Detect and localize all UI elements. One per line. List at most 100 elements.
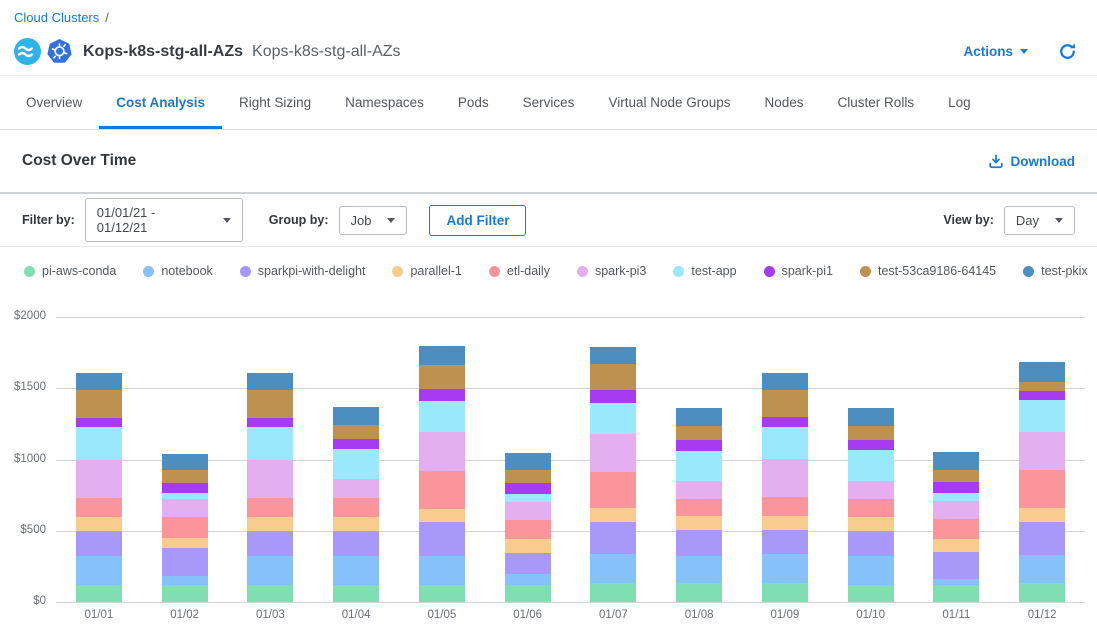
bar-segment-notebook[interactable] bbox=[676, 556, 722, 584]
bar-segment-spark-pi1[interactable] bbox=[933, 482, 979, 493]
bar-segment-test-pkix[interactable] bbox=[247, 373, 293, 390]
legend-item-test-app[interactable]: test-app bbox=[673, 264, 736, 278]
bar-segment-spark-pi3[interactable] bbox=[676, 481, 722, 500]
bar-segment-spark-pi1[interactable] bbox=[419, 389, 465, 401]
bar-segment-sparkpi-with-delight[interactable] bbox=[848, 531, 894, 556]
bar-segment-etl-daily[interactable] bbox=[762, 497, 808, 516]
bar-segment-spark-pi1[interactable] bbox=[505, 483, 551, 494]
bar-segment-notebook[interactable] bbox=[848, 556, 894, 585]
bar-segment-sparkpi-with-delight[interactable] bbox=[676, 530, 722, 556]
bar-segment-test-53ca9186-64145[interactable] bbox=[162, 470, 208, 483]
bar-segment-test-app[interactable] bbox=[1019, 400, 1065, 432]
bar-segment-test-app[interactable] bbox=[848, 450, 894, 481]
bar-segment-sparkpi-with-delight[interactable] bbox=[333, 531, 379, 556]
bar-segment-etl-daily[interactable] bbox=[590, 472, 636, 508]
bar-segment-test-app[interactable] bbox=[419, 401, 465, 432]
bar-segment-test-pkix[interactable] bbox=[762, 373, 808, 391]
tab-nodes[interactable]: Nodes bbox=[748, 76, 821, 129]
bar-segment-spark-pi3[interactable] bbox=[590, 434, 636, 472]
bar-segment-pi-aws-conda[interactable] bbox=[333, 585, 379, 602]
tab-namespaces[interactable]: Namespaces bbox=[328, 76, 441, 129]
bar-segment-spark-pi3[interactable] bbox=[933, 501, 979, 520]
bar-segment-spark-pi3[interactable] bbox=[162, 499, 208, 517]
bar-segment-etl-daily[interactable] bbox=[247, 498, 293, 517]
bar-segment-parallel-1[interactable] bbox=[1019, 508, 1065, 522]
bar-segment-test-app[interactable] bbox=[933, 493, 979, 501]
bar-segment-parallel-1[interactable] bbox=[419, 509, 465, 523]
bar-segment-test-app[interactable] bbox=[505, 494, 551, 502]
bar-segment-test-app[interactable] bbox=[333, 449, 379, 480]
bar-segment-notebook[interactable] bbox=[419, 556, 465, 585]
tab-pods[interactable]: Pods bbox=[441, 76, 506, 129]
bar-segment-spark-pi3[interactable] bbox=[505, 502, 551, 521]
bar-segment-parallel-1[interactable] bbox=[848, 517, 894, 531]
bar-segment-etl-daily[interactable] bbox=[76, 498, 122, 517]
bar-segment-pi-aws-conda[interactable] bbox=[1019, 583, 1065, 602]
bar-segment-test-53ca9186-64145[interactable] bbox=[762, 390, 808, 416]
bar-segment-spark-pi3[interactable] bbox=[762, 459, 808, 497]
bar-segment-notebook[interactable] bbox=[76, 556, 122, 585]
legend-item-test-pkix[interactable]: test-pkix bbox=[1023, 264, 1088, 278]
bar-segment-test-53ca9186-64145[interactable] bbox=[590, 364, 636, 390]
bar-segment-parallel-1[interactable] bbox=[76, 517, 122, 531]
bar-segment-notebook[interactable] bbox=[505, 574, 551, 585]
legend-item-test-53ca9186-64145[interactable]: test-53ca9186-64145 bbox=[860, 264, 996, 278]
bar-segment-parallel-1[interactable] bbox=[590, 508, 636, 522]
bar-segment-test-pkix[interactable] bbox=[1019, 362, 1065, 382]
bar-segment-etl-daily[interactable] bbox=[162, 517, 208, 538]
tab-log[interactable]: Log bbox=[931, 76, 988, 129]
bar-segment-test-53ca9186-64145[interactable] bbox=[505, 470, 551, 483]
bar-segment-parallel-1[interactable] bbox=[333, 517, 379, 531]
bar-segment-test-53ca9186-64145[interactable] bbox=[333, 425, 379, 439]
bar-segment-pi-aws-conda[interactable] bbox=[590, 583, 636, 602]
bar-segment-test-53ca9186-64145[interactable] bbox=[76, 390, 122, 418]
bar-segment-spark-pi3[interactable] bbox=[848, 481, 894, 500]
bar-segment-test-pkix[interactable] bbox=[848, 408, 894, 427]
bar-segment-parallel-1[interactable] bbox=[762, 516, 808, 530]
bar-segment-test-53ca9186-64145[interactable] bbox=[1019, 382, 1065, 391]
bar-segment-pi-aws-conda[interactable] bbox=[848, 585, 894, 602]
bar-segment-test-53ca9186-64145[interactable] bbox=[419, 365, 465, 389]
legend-item-parallel-1[interactable]: parallel-1 bbox=[392, 264, 461, 278]
bar-segment-test-pkix[interactable] bbox=[505, 453, 551, 470]
bar-segment-spark-pi1[interactable] bbox=[162, 483, 208, 493]
bar-segment-notebook[interactable] bbox=[333, 556, 379, 585]
bar-segment-spark-pi3[interactable] bbox=[76, 460, 122, 498]
bar-segment-spark-pi3[interactable] bbox=[333, 479, 379, 498]
bar-segment-pi-aws-conda[interactable] bbox=[762, 583, 808, 602]
bar-segment-sparkpi-with-delight[interactable] bbox=[933, 552, 979, 578]
bar-segment-spark-pi3[interactable] bbox=[1019, 432, 1065, 470]
legend-item-etl-daily[interactable]: etl-daily bbox=[489, 264, 550, 278]
bar-segment-test-pkix[interactable] bbox=[933, 452, 979, 469]
legend-item-spark-pi1[interactable]: spark-pi1 bbox=[764, 264, 833, 278]
view-by-select[interactable]: Day bbox=[1004, 206, 1075, 235]
bar-segment-notebook[interactable] bbox=[590, 554, 636, 583]
tab-overview[interactable]: Overview bbox=[9, 76, 99, 129]
breadcrumb-link-cloud-clusters[interactable]: Cloud Clusters bbox=[14, 10, 99, 25]
download-button[interactable]: Download bbox=[988, 153, 1076, 169]
bar-segment-sparkpi-with-delight[interactable] bbox=[590, 522, 636, 554]
bar-segment-test-pkix[interactable] bbox=[590, 347, 636, 364]
bar-segment-spark-pi3[interactable] bbox=[419, 432, 465, 470]
tab-virtual-node-groups[interactable]: Virtual Node Groups bbox=[591, 76, 747, 129]
bar-segment-sparkpi-with-delight[interactable] bbox=[419, 522, 465, 555]
legend-item-spark-pi3[interactable]: spark-pi3 bbox=[577, 264, 646, 278]
bar-segment-etl-daily[interactable] bbox=[848, 499, 894, 516]
bar-segment-etl-daily[interactable] bbox=[505, 520, 551, 539]
bar-segment-spark-pi1[interactable] bbox=[1019, 391, 1065, 400]
bar-segment-pi-aws-conda[interactable] bbox=[505, 585, 551, 602]
bar-segment-test-53ca9186-64145[interactable] bbox=[848, 426, 894, 440]
bar-segment-pi-aws-conda[interactable] bbox=[162, 585, 208, 602]
bar-segment-sparkpi-with-delight[interactable] bbox=[1019, 522, 1065, 555]
tab-services[interactable]: Services bbox=[506, 76, 592, 129]
bar-segment-test-pkix[interactable] bbox=[162, 454, 208, 470]
bar-segment-spark-pi3[interactable] bbox=[247, 460, 293, 498]
bar-segment-sparkpi-with-delight[interactable] bbox=[162, 548, 208, 576]
bar-segment-etl-daily[interactable] bbox=[333, 498, 379, 517]
bar-segment-test-53ca9186-64145[interactable] bbox=[933, 470, 979, 483]
bar-segment-test-app[interactable] bbox=[590, 403, 636, 434]
add-filter-button[interactable]: Add Filter bbox=[429, 205, 526, 236]
bar-segment-spark-pi1[interactable] bbox=[676, 440, 722, 451]
bar-segment-test-pkix[interactable] bbox=[76, 373, 122, 390]
actions-button[interactable]: Actions bbox=[963, 44, 1028, 59]
